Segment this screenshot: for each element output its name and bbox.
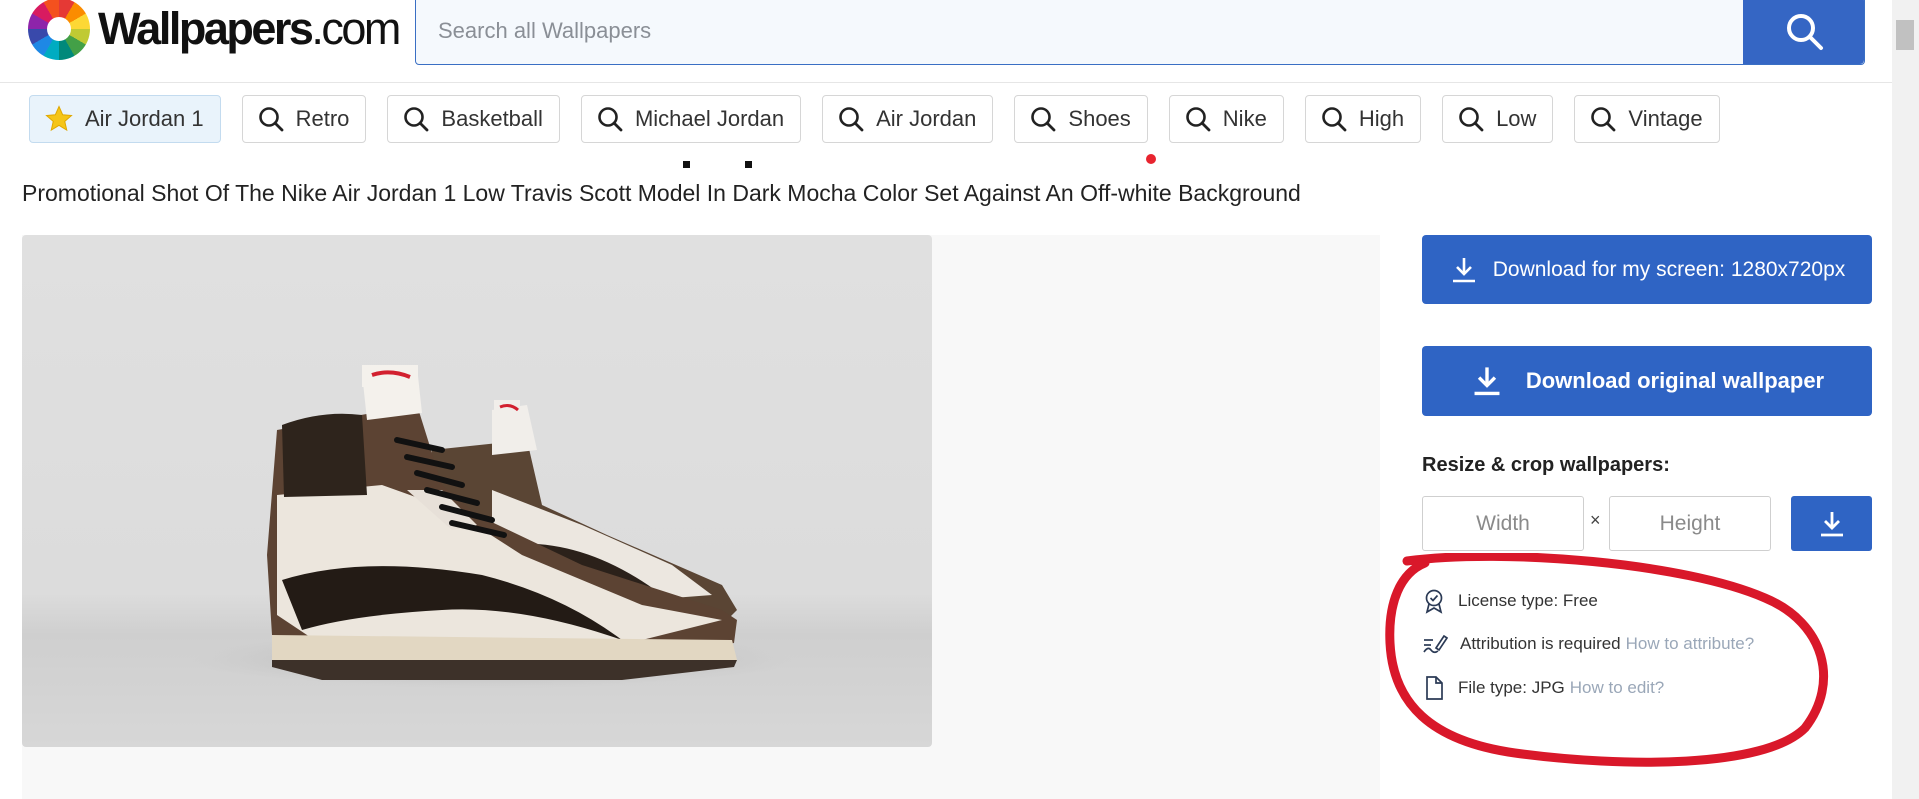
search-button[interactable]: [1743, 0, 1864, 64]
how-to-edit-link[interactable]: How to edit?: [1570, 678, 1665, 698]
red-annotation-circle: [1385, 553, 1829, 767]
license-info: License type: Free: [1422, 588, 1598, 614]
search-input[interactable]: [416, 0, 1743, 64]
page-scrollbar[interactable]: [1892, 0, 1919, 799]
license-text: License type: Free: [1458, 591, 1598, 610]
file-icon: [1426, 676, 1443, 700]
site-logo[interactable]: Wallpapers.com: [28, 0, 401, 60]
tag-label: Retro: [295, 106, 350, 131]
tag-label: Basketball: [441, 106, 543, 131]
badge-icon: [1425, 589, 1443, 614]
times-symbol: ×: [1590, 510, 1601, 530]
attribution-text: Attribution is required: [1460, 634, 1621, 653]
wallpaper-preview-area: [22, 235, 1380, 799]
download-icon: [1452, 257, 1475, 282]
tag-chip-air-jordan[interactable]: Air Jordan: [822, 95, 994, 143]
tag-label: Michael Jordan: [634, 106, 785, 131]
signature-pen-icon: [1423, 634, 1448, 654]
tag-chip-retro[interactable]: Retro: [241, 95, 367, 143]
download-icon: [1474, 367, 1500, 396]
tag-chip-low[interactable]: Low: [1442, 95, 1554, 143]
search-icon: [598, 107, 623, 132]
file-type-info: File type: JPG How to edit?: [1422, 675, 1664, 701]
tag-chip-michael-jordan[interactable]: Michael Jordan: [580, 95, 802, 143]
logo-wordmark: Wallpapers.com: [98, 3, 401, 54]
search-icon: [1322, 107, 1347, 132]
width-input[interactable]: [1422, 496, 1584, 551]
resize-download-button[interactable]: [1791, 496, 1872, 551]
download-for-screen-button[interactable]: Download for my screen: 1280x720px: [1422, 235, 1872, 304]
search-icon: [1031, 107, 1056, 132]
download-original-button[interactable]: Download original wallpaper: [1422, 346, 1872, 416]
tag-list: Air Jordan 1 Retro Basketball Michael Jo…: [29, 95, 1720, 143]
search-icon: [258, 107, 284, 132]
search-icon: [1185, 107, 1211, 132]
file-type-text: File type: JPG: [1458, 678, 1565, 697]
header-divider: [0, 82, 1892, 83]
tag-label: High: [1358, 106, 1405, 131]
how-to-attribute-link[interactable]: How to attribute?: [1626, 634, 1755, 654]
wallpaper-image[interactable]: [22, 235, 932, 747]
star-icon: [45, 105, 73, 132]
page-title: Promotional Shot Of The Nike Air Jordan …: [22, 180, 1301, 206]
height-input[interactable]: [1609, 496, 1771, 551]
stray-dot: [683, 161, 690, 168]
tag-chip-shoes[interactable]: Shoes: [1014, 95, 1148, 143]
search-icon: [1459, 107, 1484, 132]
download-icon: [1820, 511, 1843, 536]
scrollbar-thumb[interactable]: [1896, 20, 1914, 50]
search-icon: [1786, 13, 1823, 50]
search-icon: [1591, 107, 1616, 132]
tag-label: Vintage: [1628, 106, 1703, 131]
search-icon: [839, 107, 864, 132]
resize-label: Resize & crop wallpapers:: [1422, 454, 1670, 476]
color-wheel-logo-icon: [28, 0, 90, 60]
tag-chip-vintage[interactable]: Vintage: [1574, 95, 1720, 143]
download-for-screen-label: Download for my screen: 1280x720px: [1492, 257, 1846, 281]
tag-label: Shoes: [1068, 106, 1131, 131]
attribution-info: Attribution is required How to attribute…: [1422, 632, 1754, 656]
tag-label: Air Jordan: [876, 106, 977, 131]
search-bar: [415, 0, 1865, 65]
search-icon: [404, 107, 429, 132]
tag-chip-nike[interactable]: Nike: [1168, 95, 1284, 143]
stray-dot: [745, 161, 752, 168]
tag-label: Nike: [1222, 106, 1267, 131]
download-original-label: Download original wallpaper: [1525, 368, 1825, 393]
tag-chip-basketball[interactable]: Basketball: [387, 95, 560, 143]
notification-dot: [1146, 154, 1156, 164]
sneaker-illustration: [192, 365, 792, 688]
tag-label: Low: [1496, 106, 1537, 131]
tag-label: Air Jordan 1: [85, 106, 204, 131]
tag-chip-air-jordan-1[interactable]: Air Jordan 1: [29, 95, 221, 143]
tag-chip-high[interactable]: High: [1304, 95, 1422, 143]
